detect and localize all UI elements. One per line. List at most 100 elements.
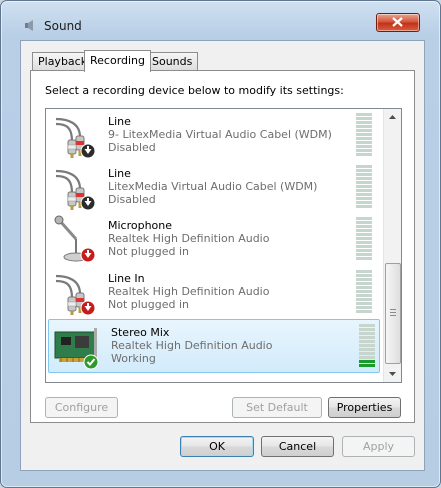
device-item-line-1[interactable]: Line 9- LitexMedia Virtual Audio Cabel (W… <box>46 109 380 161</box>
device-status: Not plugged in <box>108 245 190 258</box>
meter-segment <box>356 274 372 277</box>
meter-segment <box>359 356 375 359</box>
green-check-badge <box>83 354 99 370</box>
device-item-line-2[interactable]: Line LitexMedia Virtual Audio Cabel (WDM)… <box>46 161 380 213</box>
meter-segment <box>356 137 372 140</box>
level-meter <box>356 113 372 157</box>
scroll-down-button[interactable] <box>384 365 401 382</box>
meter-segment <box>359 336 375 339</box>
level-meter <box>356 217 372 261</box>
scroll-up-icon <box>389 115 396 119</box>
meter-segment <box>356 177 372 180</box>
window-title: Sound <box>44 19 82 33</box>
meter-segment <box>356 290 372 293</box>
meter-segment <box>356 245 372 248</box>
meter-segment <box>359 360 375 363</box>
device-status: Disabled <box>108 141 156 154</box>
rca-cable-icon <box>55 117 96 159</box>
meter-segment <box>356 302 372 305</box>
dialog-client-area: Playback Recording Sounds Select a recor… <box>20 40 425 471</box>
ok-button[interactable]: OK <box>180 436 254 457</box>
meter-segment <box>356 169 372 172</box>
meter-segment <box>356 221 372 224</box>
device-driver: Realtek High Definition Audio <box>108 232 270 245</box>
device-name: Line <box>108 167 131 180</box>
sound-card-icon <box>54 328 99 370</box>
meter-segment <box>356 306 372 309</box>
meter-segment <box>356 145 372 148</box>
meter-segment <box>356 225 372 228</box>
configure-button[interactable]: Configure <box>45 397 118 418</box>
meter-segment <box>356 129 372 132</box>
level-meter <box>356 270 372 314</box>
device-name: Microphone <box>108 219 173 232</box>
down-arrow-badge <box>80 195 96 211</box>
level-meter <box>356 165 372 209</box>
meter-segment <box>356 149 372 152</box>
instruction-text: Select a recording device below to modif… <box>45 84 344 97</box>
properties-button[interactable]: Properties <box>328 397 401 418</box>
red-down-arrow-badge <box>80 300 96 316</box>
meter-segment <box>356 270 372 273</box>
meter-segment <box>356 233 372 236</box>
meter-segment <box>356 237 372 240</box>
rca-cable-icon <box>55 274 96 316</box>
meter-segment <box>356 286 372 289</box>
meter-segment <box>356 294 372 297</box>
meter-segment <box>356 173 372 176</box>
device-name: Line <box>108 115 131 128</box>
tab-sounds[interactable]: Sounds <box>146 52 199 71</box>
meter-segment <box>356 117 372 120</box>
device-driver: 9- LitexMedia Virtual Audio Cabel (WDM) <box>108 128 332 141</box>
meter-segment <box>356 197 372 200</box>
microphone-icon <box>54 215 96 263</box>
meter-segment <box>359 364 375 367</box>
device-driver: Realtek High Definition Audio <box>111 339 273 352</box>
meter-segment <box>356 249 372 252</box>
meter-segment <box>356 229 372 232</box>
apply-button[interactable]: Apply <box>342 436 415 457</box>
meter-segment <box>356 125 372 128</box>
tab-recording[interactable]: Recording <box>84 50 152 72</box>
meter-segment <box>356 181 372 184</box>
down-arrow-badge <box>80 143 96 159</box>
close-icon <box>392 17 403 27</box>
device-item-line-in[interactable]: Line In Realtek High Definition Audio Not … <box>46 266 380 318</box>
meter-segment <box>356 133 372 136</box>
recording-tab-panel: Select a recording device below to modif… <box>30 70 415 423</box>
meter-segment <box>359 324 375 327</box>
meter-segment <box>359 352 375 355</box>
speaker-icon <box>25 20 33 31</box>
device-item-stereo-mix[interactable]: Stereo Mix Realtek High Definition Audio W… <box>48 319 380 373</box>
meter-segment <box>356 253 372 256</box>
meter-segment <box>356 257 372 260</box>
meter-segment <box>359 348 375 351</box>
cancel-button[interactable]: Cancel <box>261 436 334 457</box>
meter-segment <box>359 340 375 343</box>
meter-segment <box>356 217 372 220</box>
meter-segment <box>356 185 372 188</box>
meter-segment <box>356 241 372 244</box>
device-status: Not plugged in <box>108 298 190 311</box>
device-status: Disabled <box>108 193 156 206</box>
title-bar[interactable]: Sound <box>1 1 440 35</box>
set-default-button[interactable]: Set Default <box>232 397 322 418</box>
meter-segment <box>356 310 372 313</box>
meter-segment <box>356 278 372 281</box>
meter-segment <box>356 205 372 208</box>
sound-dialog: Sound Playback Recording Sounds Select a… <box>0 0 441 488</box>
scroll-thumb[interactable] <box>385 263 401 364</box>
device-name: Stereo Mix <box>111 326 170 339</box>
device-status: Working <box>111 352 156 365</box>
device-list-scrollbar[interactable] <box>383 109 401 382</box>
meter-segment <box>356 189 372 192</box>
meter-segment <box>356 121 372 124</box>
close-button[interactable] <box>376 13 420 32</box>
scroll-up-button[interactable] <box>384 109 401 126</box>
meter-segment <box>356 282 372 285</box>
meter-segment <box>356 201 372 204</box>
recording-device-list[interactable]: Line 9- LitexMedia Virtual Audio Cabel (W… <box>45 108 402 383</box>
scroll-down-icon <box>389 372 396 376</box>
device-item-microphone[interactable]: Microphone Realtek High Definition Audio N… <box>46 213 380 265</box>
meter-segment <box>356 153 372 156</box>
